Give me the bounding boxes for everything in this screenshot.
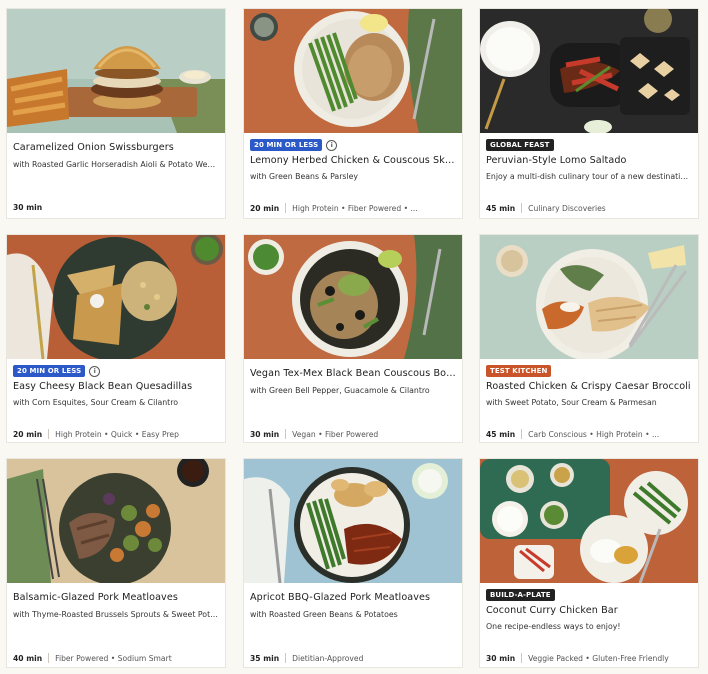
badge-row: 20 MIN OR LESS i — [250, 139, 338, 151]
divider — [285, 203, 287, 213]
recipe-card[interactable]: Vegan Tex-Mex Black Bean Couscous Bowls … — [243, 234, 463, 443]
recipe-meta: 30 min — [13, 203, 219, 212]
cook-time: 45 min — [486, 203, 516, 213]
recipe-title: Lemony Herbed Chicken & Couscous Skillet — [250, 155, 456, 166]
recipe-card[interactable]: Apricot BBQ-Glazed Pork Meatloaves with … — [243, 458, 463, 668]
cook-time: 20 min — [13, 429, 43, 439]
recipe-subtitle: with Roasted Garlic Horseradish Aioli & … — [13, 160, 219, 169]
recipe-meta: 20 min High Protein • Quick • Easy Prep — [13, 429, 219, 439]
recipe-meta: 45 min Carb Conscious • High Protein • .… — [486, 429, 692, 439]
divider — [521, 653, 523, 663]
recipe-title: Balsamic-Glazed Pork Meatloaves — [13, 592, 178, 603]
recipe-subtitle: with Roasted Green Beans & Potatoes — [250, 610, 398, 619]
cook-time: 20 min — [250, 203, 280, 213]
recipe-title: Peruvian-Style Lomo Saltado — [486, 155, 627, 166]
recipe-meta: 35 min Dietitian-Approved — [250, 653, 456, 663]
cook-time: 30 min — [13, 203, 43, 212]
recipe-card[interactable]: Caramelized Onion Swissburgers with Roas… — [6, 8, 226, 219]
recipe-title: Vegan Tex-Mex Black Bean Couscous Bowls — [250, 368, 456, 379]
badge-row: 20 MIN OR LESS i — [13, 365, 101, 377]
recipe-tags: Culinary Discoveries — [528, 203, 606, 213]
recipe-title: Roasted Chicken & Crispy Caesar Broccoli — [486, 381, 691, 392]
recipe-badge: 20 MIN OR LESS — [13, 365, 86, 377]
cook-time: 45 min — [486, 429, 516, 439]
cook-time: 40 min — [13, 653, 43, 663]
info-icon[interactable]: i — [89, 365, 101, 377]
recipe-title: Caramelized Onion Swissburgers — [13, 142, 174, 153]
recipe-title: Easy Cheesy Black Bean Quesadillas — [13, 381, 193, 392]
curry-bar-photo[interactable] — [480, 459, 698, 583]
recipe-meta: 45 min Culinary Discoveries — [486, 203, 692, 213]
divider — [521, 429, 523, 439]
divider — [521, 203, 523, 213]
recipe-tags: Fiber Powered • Sodium Smart — [55, 653, 172, 663]
recipe-tags: Veggie Packed • Gluten-Free Friendly — [528, 653, 669, 663]
cook-time: 30 min — [486, 653, 516, 663]
recipe-card[interactable]: GLOBAL FEAST Peruvian-Style Lomo Saltado… — [479, 8, 699, 219]
recipe-card[interactable]: 20 MIN OR LESS i Lemony Herbed Chicken &… — [243, 8, 463, 219]
cook-time: 35 min — [250, 653, 280, 663]
recipe-badge: TEST KITCHEN — [486, 365, 552, 377]
recipe-card[interactable]: Balsamic-Glazed Pork Meatloaves with Thy… — [6, 458, 226, 668]
recipe-title: Coconut Curry Chicken Bar — [486, 605, 618, 616]
bbq-meatloaf-photo[interactable] — [244, 459, 462, 583]
badge-row: BUILD-A-PLATE — [486, 589, 555, 601]
recipe-tags: Vegan • Fiber Powered — [292, 429, 379, 439]
recipe-grid: Caramelized Onion Swissburgers with Roas… — [0, 0, 708, 674]
recipe-tags: High Protein • Quick • Easy Prep — [55, 429, 179, 439]
divider — [48, 653, 50, 663]
info-icon[interactable]: i — [326, 139, 338, 151]
recipe-meta: 20 min High Protein • Fiber Powered • ..… — [250, 203, 456, 213]
recipe-tags: Carb Conscious • High Protein • ... — [528, 429, 660, 439]
divider — [285, 429, 287, 439]
recipe-card[interactable]: TEST KITCHEN Roasted Chicken & Crispy Ca… — [479, 234, 699, 443]
couscous-bowl-photo[interactable] — [244, 235, 462, 359]
recipe-card[interactable]: BUILD-A-PLATE Coconut Curry Chicken Bar … — [479, 458, 699, 668]
divider — [285, 653, 287, 663]
divider — [48, 429, 50, 439]
recipe-subtitle: with Green Bell Pepper, Guacamole & Cila… — [250, 386, 430, 395]
recipe-tags: Dietitian-Approved — [292, 653, 364, 663]
recipe-subtitle: Enjoy a multi-dish culinary tour of a ne… — [486, 172, 692, 181]
recipe-title: Apricot BBQ-Glazed Pork Meatloaves — [250, 592, 431, 603]
cook-time: 30 min — [250, 429, 280, 439]
recipe-meta: 30 min Vegan • Fiber Powered — [250, 429, 456, 439]
balsamic-meatloaf-photo[interactable] — [7, 459, 225, 583]
recipe-subtitle: with Green Beans & Parsley — [250, 172, 359, 181]
recipe-subtitle: One recipe-endless ways to enjoy! — [486, 622, 621, 631]
badge-row: TEST KITCHEN — [486, 365, 552, 377]
recipe-badge: GLOBAL FEAST — [486, 139, 554, 151]
quesadilla-photo[interactable] — [7, 235, 225, 359]
recipe-subtitle: with Sweet Potato, Sour Cream & Parmesan — [486, 398, 657, 407]
badge-row: GLOBAL FEAST — [486, 139, 554, 151]
recipe-meta: 30 min Veggie Packed • Gluten-Free Frien… — [486, 653, 692, 663]
recipe-subtitle: with Corn Esquites, Sour Cream & Cilantr… — [13, 398, 179, 407]
burger-photo[interactable] — [7, 9, 225, 133]
recipe-card[interactable]: 20 MIN OR LESS i Easy Cheesy Black Bean … — [6, 234, 226, 443]
recipe-tags: High Protein • Fiber Powered • ... — [292, 203, 418, 213]
recipe-meta: 40 min Fiber Powered • Sodium Smart — [13, 653, 219, 663]
recipe-badge: BUILD-A-PLATE — [486, 589, 555, 601]
roasted-chicken-photo[interactable] — [480, 235, 698, 359]
recipe-subtitle: with Thyme-Roasted Brussels Sprouts & Sw… — [13, 610, 219, 619]
lomo-saltado-photo[interactable] — [480, 9, 698, 133]
chicken-couscous-photo[interactable] — [244, 9, 462, 133]
recipe-badge: 20 MIN OR LESS — [250, 139, 323, 151]
